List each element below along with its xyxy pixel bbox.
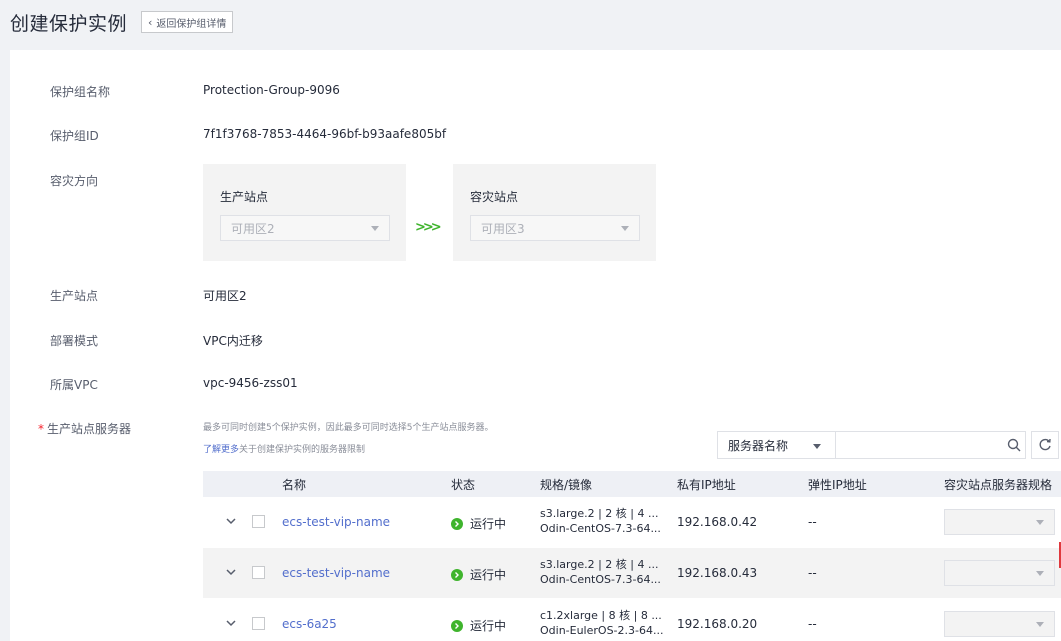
- dr-site-select[interactable]: 可用区3: [470, 215, 640, 241]
- image-text: Odin-CentOS-7.3-64...: [540, 522, 661, 535]
- spec-cell: s3.large.2 | 2 核 | 4 ... Odin-CentOS-7.3-…: [540, 506, 665, 536]
- dr-spec-select[interactable]: [944, 509, 1055, 535]
- search-input[interactable]: [835, 432, 1003, 458]
- page-header: 创建保护实例 ‹ 返回保护组详情: [0, 0, 1061, 44]
- prod-site-label: 生产站点: [50, 289, 99, 303]
- refresh-button[interactable]: [1031, 431, 1059, 459]
- status-cell: 运行中: [451, 617, 506, 634]
- row-checkbox[interactable]: [252, 617, 265, 630]
- chevron-down-icon[interactable]: [225, 566, 237, 578]
- status-text: 运行中: [470, 568, 507, 582]
- status-cell: 运行中: [451, 515, 506, 532]
- required-mark: *: [38, 422, 44, 436]
- running-icon: [451, 619, 463, 632]
- status-cell: 运行中: [451, 566, 506, 583]
- caret-down-icon: [1036, 520, 1044, 525]
- server-limit-hint: 最多可同时创建5个保护实例，因此最多可同时选择5个生产站点服务器。: [203, 423, 494, 433]
- page-title: 创建保护实例: [10, 12, 128, 35]
- spec-text: c1.2xlarge | 8 核 | 8 ...: [540, 609, 662, 622]
- learn-more-line: 了解更多关于创建保护实例的服务器限制: [203, 442, 365, 455]
- deploy-mode-value: VPC内迁移: [203, 334, 263, 348]
- caret-down-icon: [621, 226, 629, 231]
- group-name-label: 保护组名称: [50, 85, 111, 99]
- col-private-ip: 私有IP地址: [677, 477, 736, 492]
- table-header: 名称 状态 规格/镜像 私有IP地址 弹性IP地址 容灾站点服务器规格: [203, 471, 1061, 497]
- back-button-label: 返回保护组详情: [156, 18, 227, 30]
- production-site-box: 生产站点 可用区2: [203, 164, 406, 261]
- servers-label-text: 生产站点服务器: [47, 422, 132, 436]
- group-id-label: 保护组ID: [50, 129, 99, 143]
- production-site-selected: 可用区2: [231, 221, 275, 236]
- dr-site-title: 容灾站点: [470, 190, 519, 204]
- dr-direction-label: 容灾方向: [50, 174, 99, 188]
- eip: --: [808, 515, 817, 529]
- learn-more-suffix: 关于创建保护实例的服务器限制: [239, 445, 366, 455]
- table-row: ecs-test-vip-name 运行中 s3.large.2 | 2 核 |…: [203, 548, 1061, 599]
- row-checkbox[interactable]: [252, 515, 265, 528]
- row-checkbox[interactable]: [252, 566, 265, 579]
- private-ip: 192.168.0.20: [677, 617, 758, 631]
- running-icon: [451, 568, 463, 581]
- vpc-value: vpc-9456-zss01: [203, 376, 298, 390]
- eip: --: [808, 617, 817, 631]
- dr-site-selected: 可用区3: [481, 221, 525, 236]
- private-ip: 192.168.0.43: [677, 566, 758, 580]
- group-name-value: Protection-Group-9096: [203, 83, 340, 97]
- image-text: Odin-CentOS-7.3-64...: [540, 573, 661, 586]
- server-name-link[interactable]: ecs-6a25: [282, 617, 337, 631]
- status-text: 运行中: [470, 517, 507, 531]
- spec-cell: c1.2xlarge | 8 核 | 8 ... Odin-EulerOS-2.3…: [540, 608, 665, 638]
- eip: --: [808, 566, 817, 580]
- status-text: 运行中: [470, 619, 507, 633]
- table-row: ecs-6a25 运行中 c1.2xlarge | 8 核 | 8 ... Odi…: [203, 599, 1061, 641]
- caret-down-icon: [1036, 571, 1044, 576]
- spec-text: s3.large.2 | 2 核 | 4 ...: [540, 558, 659, 571]
- direction-arrows-icon: >>>: [415, 220, 442, 235]
- group-id-value: 7f1f3768-7853-4464-96bf-b93aafe805bf: [203, 127, 447, 141]
- refresh-icon: [1039, 438, 1051, 451]
- caret-down-icon: [812, 444, 821, 449]
- search-icon[interactable]: [1003, 432, 1025, 458]
- search-filter-select[interactable]: 服务器名称: [718, 432, 836, 458]
- search-filter-label: 服务器名称: [728, 438, 789, 453]
- prod-site-value: 可用区2: [203, 289, 247, 303]
- private-ip: 192.168.0.42: [677, 515, 758, 529]
- dr-spec-select[interactable]: [944, 611, 1055, 637]
- col-eip: 弹性IP地址: [808, 477, 867, 492]
- caret-down-icon: [371, 226, 379, 231]
- col-spec: 规格/镜像: [540, 477, 593, 492]
- table-row: ecs-test-vip-name 运行中 s3.large.2 | 2 核 |…: [203, 497, 1061, 548]
- chevron-left-icon: ‹: [148, 15, 153, 29]
- production-site-select[interactable]: 可用区2: [220, 215, 390, 241]
- spec-text: s3.large.2 | 2 核 | 4 ...: [540, 507, 659, 520]
- dr-spec-select[interactable]: [944, 560, 1055, 586]
- col-dr-spec: 容灾站点服务器规格: [944, 477, 1053, 492]
- col-status: 状态: [451, 477, 476, 492]
- production-site-title: 生产站点: [220, 190, 269, 204]
- caret-down-icon: [1036, 622, 1044, 627]
- form-panel: 保护组名称 Protection-Group-9096 保护组ID 7f1f37…: [10, 50, 1061, 641]
- spec-cell: s3.large.2 | 2 核 | 4 ... Odin-CentOS-7.3-…: [540, 557, 665, 587]
- col-name: 名称: [282, 477, 307, 492]
- back-to-group-button[interactable]: ‹ 返回保护组详情: [141, 11, 234, 33]
- learn-more-link[interactable]: 了解更多: [203, 445, 239, 455]
- server-name-link[interactable]: ecs-test-vip-name: [282, 515, 390, 529]
- server-search: 服务器名称: [717, 431, 1026, 459]
- chevron-down-icon[interactable]: [225, 617, 237, 629]
- image-text: Odin-EulerOS-2.3-64...: [540, 624, 664, 637]
- server-name-link[interactable]: ecs-test-vip-name: [282, 566, 390, 580]
- running-icon: [451, 517, 463, 530]
- dr-site-box: 容灾站点 可用区3: [453, 164, 656, 261]
- vpc-label: 所属VPC: [50, 378, 98, 392]
- chevron-down-icon[interactable]: [225, 515, 237, 527]
- servers-label: * 生产站点服务器: [38, 420, 131, 437]
- deploy-mode-label: 部署模式: [50, 334, 99, 348]
- server-table: 名称 状态 规格/镜像 私有IP地址 弹性IP地址 容灾站点服务器规格 ecs-…: [203, 471, 1061, 641]
